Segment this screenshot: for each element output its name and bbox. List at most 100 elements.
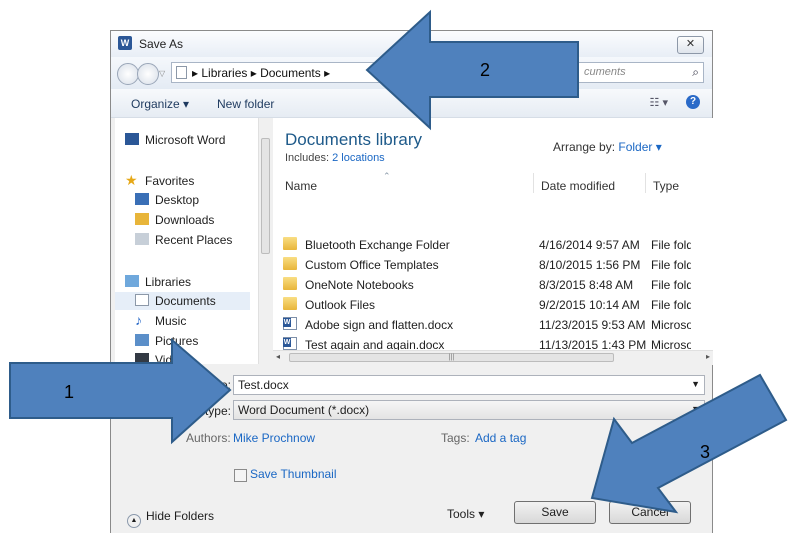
file-date-modified: 11/23/2015 9:53 AM (539, 318, 646, 332)
arrange-by: Arrange by: Folder ▾ (553, 140, 662, 154)
breadcrumb[interactable]: ▸ Libraries ▸ Documents ▸ (192, 66, 330, 80)
nav-item-label: Documents (155, 294, 216, 308)
includes-label: Includes: (285, 152, 330, 164)
save-as-type-select[interactable]: Word Document (*.docx) ▼ (233, 400, 705, 420)
callout-number-3: 3 (700, 442, 711, 462)
horizontal-scrollbar-thumb[interactable]: ||| (289, 353, 614, 362)
file-row[interactable]: Outlook Files 9/2/2015 10:14 AM File folde… (277, 295, 713, 314)
nav-item-recent-places[interactable]: Recent Places (115, 231, 250, 249)
locations-link[interactable]: 2 locations (332, 152, 385, 164)
authors-field[interactable]: Mike Prochnow (233, 431, 315, 445)
folder-icon (283, 257, 297, 270)
nav-scrollbar-thumb[interactable] (261, 138, 270, 254)
hide-folders-button[interactable]: ▲ Hide Folders (127, 509, 214, 528)
nav-item-label: Pictures (155, 334, 199, 348)
column-divider (533, 173, 534, 193)
save-as-type-label: Save as type: (158, 404, 231, 418)
arrange-label: Arrange by: (553, 140, 616, 154)
folder-icon (283, 297, 297, 310)
tags-label: Tags: (441, 431, 470, 445)
word-document-icon (283, 317, 297, 330)
file-row[interactable]: Custom Office Templates 8/10/2015 1:56 PM… (277, 255, 713, 274)
file-name: Outlook Files (305, 298, 376, 312)
pictures-icon (135, 334, 149, 346)
file-date-modified: 8/3/2015 8:48 AM (539, 278, 634, 292)
file-row[interactable]: OneNote Notebooks 8/3/2015 8:48 AM File fo… (277, 275, 713, 294)
file-date-modified: 4/16/2014 9:57 AM (539, 238, 640, 252)
file-date-modified: 8/10/2015 1:56 PM (539, 258, 641, 272)
change-view-icon[interactable]: ☷ ▾ (650, 96, 668, 109)
organize-button[interactable]: Organize ▾ (131, 97, 189, 111)
file-date-modified: 9/2/2015 10:14 AM (539, 298, 640, 312)
collapse-up-icon: ▲ (127, 514, 141, 528)
save-as-dialog: W Save As ✕ ▽ ▸ Libraries ▸ Documents ▸ … (110, 30, 713, 533)
star-icon: ★ (125, 172, 138, 188)
command-bar: Organize ▾ New folder ☷ ▾ ? (111, 89, 712, 118)
nav-item-downloads[interactable]: Downloads (115, 211, 250, 229)
save-thumbnail-checkbox[interactable] (234, 469, 247, 482)
column-header-name[interactable]: Name (285, 179, 317, 193)
nav-item-videos[interactable]: Videos (115, 351, 250, 364)
file-list-horizontal-scrollbar[interactable]: ◂ ||| ▸ (273, 350, 713, 365)
forward-button[interactable] (137, 63, 159, 85)
word-icon (125, 133, 139, 145)
search-input[interactable]: cuments ⌕ (577, 62, 704, 83)
folder-icon (283, 277, 297, 290)
back-button[interactable] (117, 63, 139, 85)
nav-item-documents[interactable]: Documents (115, 292, 250, 310)
column-header-date[interactable]: Date modified (541, 179, 615, 193)
scroll-right-arrow-icon[interactable]: ▸ (706, 352, 710, 361)
nav-item-label: Music (155, 314, 187, 328)
file-name-input[interactable]: Test.docx ▼ (233, 375, 705, 395)
file-name-value: Test.docx (238, 378, 289, 392)
nav-item-label: Favorites (145, 174, 195, 188)
documents-icon (135, 294, 149, 306)
help-icon[interactable]: ? (686, 95, 700, 109)
file-type: File folder (651, 278, 691, 292)
callout-number-2: 2 (480, 60, 491, 80)
search-icon[interactable]: ⌕ (692, 65, 699, 80)
tools-button[interactable]: Tools ▾ (447, 507, 484, 521)
file-name-label: File name: (174, 378, 231, 392)
file-list-pane: Documents library Includes: 2 locations … (273, 118, 713, 364)
nav-item-music[interactable]: ♪ Music (115, 312, 250, 330)
navigation-pane: Microsoft Word ★ Favorites Desktop Downl… (115, 118, 259, 364)
music-icon: ♪ (135, 312, 142, 328)
save-as-type-value: Word Document (*.docx) (238, 403, 370, 417)
arrange-dropdown[interactable]: Folder ▾ (618, 140, 661, 154)
dialog-title: Save As (139, 37, 184, 51)
address-bar[interactable]: ▸ Libraries ▸ Documents ▸ (171, 62, 571, 83)
new-folder-button[interactable]: New folder (217, 97, 274, 111)
nav-item-desktop[interactable]: Desktop (115, 191, 250, 209)
nav-item-libraries[interactable]: Libraries (115, 273, 250, 291)
address-row: ▽ ▸ Libraries ▸ Documents ▸ cuments ⌕ (111, 57, 712, 89)
chevron-down-icon[interactable]: ▼ (691, 404, 700, 414)
title-bar: W Save As ✕ (111, 31, 712, 57)
chevron-down-icon[interactable]: ▼ (691, 379, 700, 389)
scroll-left-arrow-icon[interactable]: ◂ (276, 352, 280, 361)
hide-folders-label: Hide Folders (146, 509, 215, 523)
library-title: Documents library (285, 130, 422, 149)
callout-number-1: 1 (64, 382, 75, 402)
libraries-icon (125, 275, 139, 287)
nav-scrollbar[interactable] (258, 118, 273, 364)
nav-item-pictures[interactable]: Pictures (115, 332, 250, 350)
file-type: File folder (651, 298, 691, 312)
recent-locations-chevron-icon[interactable]: ▽ (159, 69, 165, 78)
word-icon: W (118, 36, 132, 50)
nav-item-microsoft-word[interactable]: Microsoft Word (115, 131, 250, 149)
file-name: OneNote Notebooks (305, 278, 414, 292)
save-button[interactable]: Save (514, 501, 596, 524)
column-header-type[interactable]: Type (653, 179, 679, 193)
cancel-button[interactable]: Cancel (609, 501, 691, 524)
close-button[interactable]: ✕ (677, 36, 704, 54)
nav-item-label: Downloads (155, 213, 215, 227)
file-type: File folder (651, 238, 691, 252)
file-row[interactable]: Bluetooth Exchange Folder 4/16/2014 9:57 … (277, 235, 713, 254)
file-type: File folder (651, 258, 691, 272)
nav-item-favorites[interactable]: ★ Favorites (115, 172, 250, 190)
file-row[interactable]: Adobe sign and flatten.docx 11/23/2015 9:… (277, 315, 713, 334)
nav-item-label: Desktop (155, 193, 200, 207)
save-thumbnail-label[interactable]: Save Thumbnail (250, 467, 337, 481)
tags-field[interactable]: Add a tag (475, 431, 526, 445)
